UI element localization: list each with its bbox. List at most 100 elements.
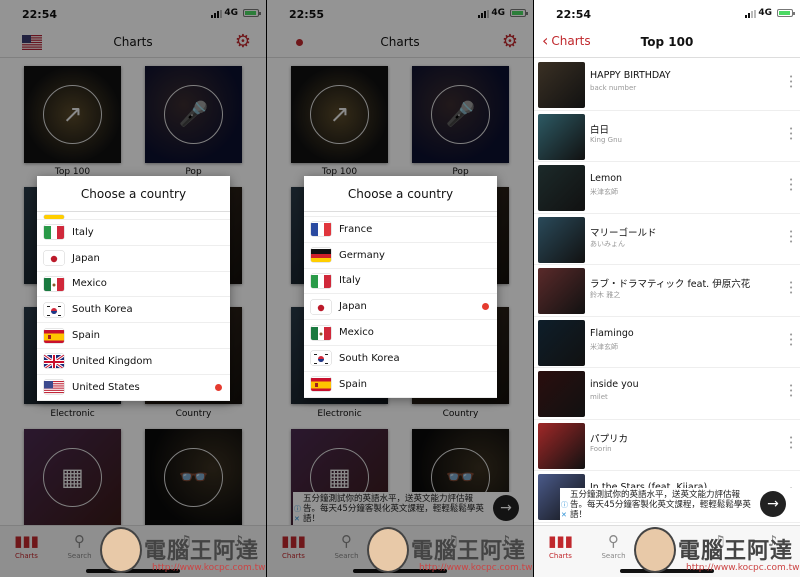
song-artist: milet [590, 393, 608, 401]
ad-info-icon[interactable]: ⓘ ✕ [561, 500, 568, 520]
network-label: 4G [758, 8, 772, 18]
country-row-mexico[interactable]: Mexico [304, 320, 497, 346]
tab-label: Charts [549, 552, 572, 560]
ad-text: 五分鐘測試你的英語水平，送英文能力評估報告。每天45分鐘客製化英文課程，輕輕鬆鬆… [570, 490, 751, 520]
country-row-partial[interactable] [37, 212, 230, 220]
de-flag-icon [311, 248, 331, 263]
mx-flag-icon [311, 326, 331, 340]
country-row-italy[interactable]: Italy [37, 220, 230, 246]
country-list[interactable]: Italy Japan Mexico South Korea Spain United K… [37, 212, 230, 401]
mx-flag-icon [44, 277, 64, 291]
selected-indicator-icon [482, 303, 489, 311]
country-name: Mexico [72, 278, 107, 290]
country-picker-modal: Choose a country France Germany Italy Japan… [304, 176, 497, 398]
country-name: Japan [339, 301, 367, 313]
album-art [538, 62, 585, 108]
navbar: ‹ Charts Top 100 [534, 28, 800, 58]
country-name: Italy [339, 275, 361, 287]
song-row[interactable]: ラブ・ドラマティック feat. 伊原六花 鈴木 雅之 • • • [534, 265, 800, 317]
arrow-right-icon[interactable]: → [760, 491, 786, 517]
country-row-italy[interactable]: Italy [304, 269, 497, 295]
selected-indicator-icon [215, 383, 222, 391]
song-row[interactable]: Flamingo 米津玄師 • • • [534, 317, 800, 368]
song-title: HAPPY BIRTHDAY [590, 70, 671, 81]
es-flag-icon [311, 377, 331, 392]
modal-title: Choose a country [37, 176, 230, 212]
tab-music[interactable]: ♪ [746, 532, 799, 552]
song-artist: 米津玄師 [590, 188, 618, 196]
jp-flag-icon [44, 251, 64, 266]
song-list[interactable]: HAPPY BIRTHDAY back number • • • 白日 King Gnu • •… [534, 59, 800, 525]
country-name: United States [72, 381, 140, 393]
country-picker-modal: Choose a country Italy Japan Mexico South K… [37, 176, 230, 401]
country-row-japan[interactable]: Japan [37, 246, 230, 272]
kr-flag-icon [311, 351, 331, 366]
country-name: Germany [339, 249, 385, 261]
battery-icon [777, 9, 795, 17]
tab-label: Search [601, 552, 626, 560]
country-row-united-states[interactable]: United States [37, 375, 230, 401]
tab-favorites[interactable]: ☆ [640, 532, 693, 552]
song-row[interactable]: 白日 King Gnu • • • [534, 111, 800, 162]
country-row-spain[interactable]: Spain [304, 372, 497, 398]
modal-title: Choose a country [304, 176, 497, 212]
country-row-spain[interactable]: Spain [37, 323, 230, 349]
star-icon: ☆ [659, 532, 674, 550]
song-row[interactable]: Lemon 米津玄師 • • • [534, 162, 800, 214]
de-flag-icon [44, 215, 64, 219]
song-row[interactable]: inside you milet • • • [534, 368, 800, 420]
jp-flag-icon [311, 300, 331, 314]
song-row[interactable]: HAPPY BIRTHDAY back number • • • [534, 59, 800, 111]
more-options-icon[interactable]: ••• [789, 125, 793, 142]
screen-country-picker-us: 22:54 4G Charts ⚙ ↗ Top 100 🎤 Pop Electr… [0, 0, 266, 577]
more-options-icon[interactable]: ••• [789, 280, 793, 297]
more-options-icon[interactable]: ••• [789, 177, 793, 194]
country-row-south-korea[interactable]: South Korea [37, 297, 230, 324]
home-indicator [620, 569, 714, 573]
status-time: 22:54 [556, 8, 592, 21]
country-row-south-korea[interactable]: South Korea [304, 346, 497, 372]
country-name: Japan [72, 252, 100, 264]
us-flag-icon [44, 380, 64, 395]
search-icon: ⚲ [608, 532, 619, 550]
country-name: France [339, 223, 373, 235]
country-row-japan[interactable]: Japan [304, 294, 497, 321]
country-name: Italy [72, 226, 94, 238]
country-row-germany[interactable]: Germany [304, 243, 497, 269]
screen-top-100: 22:54 4G ‹ Charts Top 100 HAPPY BIRTHDAY b… [534, 0, 800, 577]
song-artist: Foorin [590, 444, 612, 453]
tab-bar: ▮▮▮ Charts ⚲ Search ☆ ♫ ♪ [534, 525, 800, 577]
song-artist: 鈴木 雅之 [590, 291, 621, 299]
status-bar: 22:54 4G [534, 0, 800, 28]
screen-country-picker-jp: 22:55 4G Charts ⚙ ↗ Top 100 🎤 Pop Electr… [267, 0, 533, 577]
country-row-france[interactable]: France [304, 217, 497, 243]
more-options-icon[interactable]: ••• [789, 228, 793, 245]
album-art [538, 216, 585, 263]
page-title: Top 100 [640, 35, 694, 49]
country-list[interactable]: France Germany Italy Japan Mexico South Korea… [304, 212, 497, 398]
song-row[interactable]: マリーゴールド あいみょん • • • [534, 214, 800, 265]
song-title: Flamingo [590, 327, 634, 339]
album-art [538, 371, 585, 417]
song-title: Lemon [590, 173, 623, 184]
more-options-icon[interactable]: ••• [789, 383, 793, 400]
song-title: inside you [590, 379, 639, 390]
more-options-icon[interactable]: ••• [789, 331, 793, 348]
ad-banner[interactable]: ⓘ ✕ 五分鐘測試你的英語水平，送英文能力評估報告。每天45分鐘客製化英文課程，輕… [560, 488, 800, 521]
tab-search[interactable]: ⚲ Search [587, 532, 640, 560]
tab-playlists[interactable]: ♫ [693, 532, 746, 552]
bar-chart-icon: ▮▮▮ [548, 532, 573, 550]
more-options-icon[interactable]: ••• [789, 74, 793, 91]
country-name: Spain [72, 330, 100, 342]
country-row-united-kingdom[interactable]: United Kingdom [37, 349, 230, 375]
tab-charts[interactable]: ▮▮▮ Charts [534, 532, 587, 560]
it-flag-icon [44, 225, 64, 240]
country-row-mexico[interactable]: Mexico [37, 272, 230, 298]
gb-flag-icon [44, 354, 64, 369]
more-options-icon[interactable]: ••• [789, 434, 793, 451]
song-title: 白日 [590, 124, 610, 136]
song-row[interactable]: パプリカ Foorin • • • [534, 420, 800, 471]
song-artist: back number [590, 84, 637, 92]
playlist-icon: ♫ [712, 532, 727, 550]
it-flag-icon [311, 274, 331, 288]
